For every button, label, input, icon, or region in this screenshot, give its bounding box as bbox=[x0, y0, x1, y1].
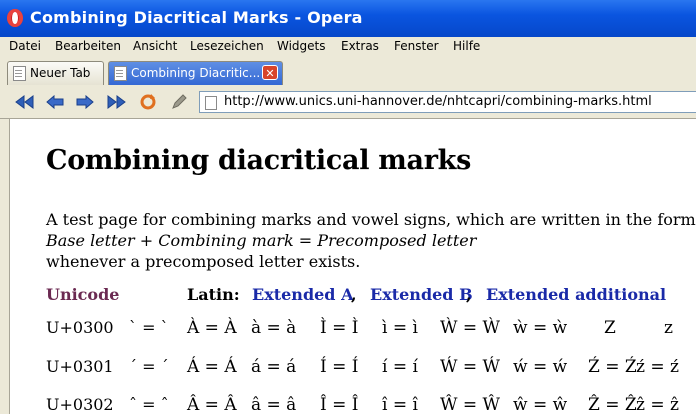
header-unicode: Unicode bbox=[46, 285, 120, 304]
latin-cell: Â = Â bbox=[187, 395, 237, 414]
mark-cell: ˆ = ˆ bbox=[129, 395, 169, 414]
ext-a-cell: Î = Î bbox=[320, 395, 359, 414]
edit-button[interactable] bbox=[168, 93, 190, 111]
ext-add-cell: Ẑ = Ẑ bbox=[588, 395, 637, 414]
header-latin: Latin: bbox=[187, 285, 240, 304]
intro-line: whenever a precomposed letter exists. bbox=[46, 252, 361, 271]
reload-icon bbox=[140, 94, 156, 110]
link-extended-additional[interactable]: Extended additional bbox=[486, 285, 666, 304]
page-icon bbox=[205, 96, 217, 110]
menu-ansicht[interactable]: Ansicht bbox=[133, 39, 177, 53]
ext-a-cell: ì = ì bbox=[382, 318, 418, 338]
tab-neuer-tab[interactable]: Neuer Tab bbox=[7, 61, 104, 85]
menu-extras[interactable]: Extras bbox=[341, 39, 379, 53]
ext-add-cell: Ŵ = Ŵ bbox=[440, 395, 500, 414]
menu-lesezeichen[interactable]: Lesezeichen bbox=[190, 39, 264, 53]
latin-cell: Á = Á bbox=[187, 357, 237, 377]
menu-bearbeiten[interactable]: Bearbeiten bbox=[55, 39, 121, 53]
ext-a-cell: Í = Í bbox=[320, 357, 359, 377]
ext-add-cell: Ẃ = Ẃ bbox=[440, 357, 500, 377]
tab-combining-diacritics[interactable]: Combining Diacritic... ✕ bbox=[108, 61, 283, 85]
link-extended-a[interactable]: Extended A bbox=[252, 285, 353, 304]
ext-add-cell: ŵ = ŵ bbox=[513, 395, 568, 414]
ext-add-cell: Z bbox=[604, 318, 616, 338]
page-heading: Combining diacritical marks bbox=[46, 145, 471, 176]
ext-a-cell: î = î bbox=[382, 395, 418, 414]
latin-cell: à = à bbox=[251, 318, 297, 338]
rewind-button[interactable] bbox=[14, 93, 36, 111]
menu-fenster[interactable]: Fenster bbox=[394, 39, 439, 53]
ext-add-cell: ẁ = ẁ bbox=[513, 318, 568, 338]
mark-cell: ` = ` bbox=[129, 318, 169, 337]
back-button[interactable] bbox=[44, 93, 66, 111]
unicode-code: U+0302 bbox=[46, 395, 114, 414]
intro-formula: Base letter + Combining mark = Precompos… bbox=[46, 231, 477, 250]
tab-bar: Neuer Tab Combining Diacritic... ✕ bbox=[0, 58, 696, 87]
back-arrow-icon bbox=[46, 95, 64, 109]
unicode-code: U+0300 bbox=[46, 318, 114, 337]
menu-hilfe[interactable]: Hilfe bbox=[453, 39, 480, 53]
ext-a-cell: í = í bbox=[382, 357, 418, 377]
ext-a-cell: Ì = Ì bbox=[320, 318, 359, 338]
address-bar[interactable]: http://www.unics.uni-hannover.de/nhtcapr… bbox=[199, 91, 696, 113]
pencil-icon bbox=[172, 94, 187, 109]
ext-add-cell: ẃ = ẃ bbox=[513, 357, 568, 377]
forward-button[interactable] bbox=[74, 93, 96, 111]
latin-cell: â = â bbox=[251, 395, 297, 414]
latin-cell: á = á bbox=[251, 357, 297, 377]
intro-text: A test page for combining marks and vowe… bbox=[46, 209, 696, 272]
ext-add-cell: ẑ = ẑ bbox=[636, 395, 679, 414]
page-content: Combining diacritical marks A test page … bbox=[0, 119, 696, 414]
intro-line: A test page for combining marks and vowe… bbox=[46, 210, 696, 229]
menu-widgets[interactable]: Widgets bbox=[277, 39, 326, 53]
close-tab-icon[interactable]: ✕ bbox=[262, 65, 278, 80]
latin-cell: À = À bbox=[187, 318, 237, 338]
window-titlebar: Combining Diacritical Marks - Opera bbox=[0, 0, 696, 37]
window-title: Combining Diacritical Marks - Opera bbox=[30, 8, 363, 27]
opera-logo-icon bbox=[7, 9, 23, 27]
header-separator: , bbox=[351, 285, 357, 304]
menu-bar: Datei Bearbeiten Ansicht Lesezeichen Wid… bbox=[0, 37, 696, 59]
fast-forward-icon bbox=[107, 95, 126, 109]
navigation-bar: http://www.unics.uni-hannover.de/nhtcapr… bbox=[0, 86, 696, 119]
forward-arrow-icon bbox=[76, 95, 94, 109]
sidebar-frame bbox=[0, 119, 10, 414]
rewind-icon bbox=[15, 95, 34, 109]
unicode-code: U+0301 bbox=[46, 357, 114, 376]
address-url: http://www.unics.uni-hannover.de/nhtcapr… bbox=[224, 94, 652, 109]
mark-cell: ´ = ´ bbox=[129, 357, 169, 376]
header-separator: , bbox=[466, 285, 472, 304]
ext-add-cell: ź = ź bbox=[636, 357, 679, 377]
fast-forward-button[interactable] bbox=[105, 93, 127, 111]
ext-add-cell: Ź = Ź bbox=[588, 357, 637, 377]
tab-label: Neuer Tab bbox=[30, 66, 91, 80]
ext-add-cell: z bbox=[664, 318, 673, 338]
page-icon bbox=[114, 66, 127, 81]
link-extended-b[interactable]: Extended B bbox=[370, 285, 473, 304]
reload-button[interactable] bbox=[137, 93, 159, 111]
menu-datei[interactable]: Datei bbox=[9, 39, 41, 53]
ext-add-cell: Ẁ = Ẁ bbox=[440, 318, 500, 338]
page-icon bbox=[13, 66, 26, 81]
tab-label: Combining Diacritic... bbox=[131, 66, 261, 80]
